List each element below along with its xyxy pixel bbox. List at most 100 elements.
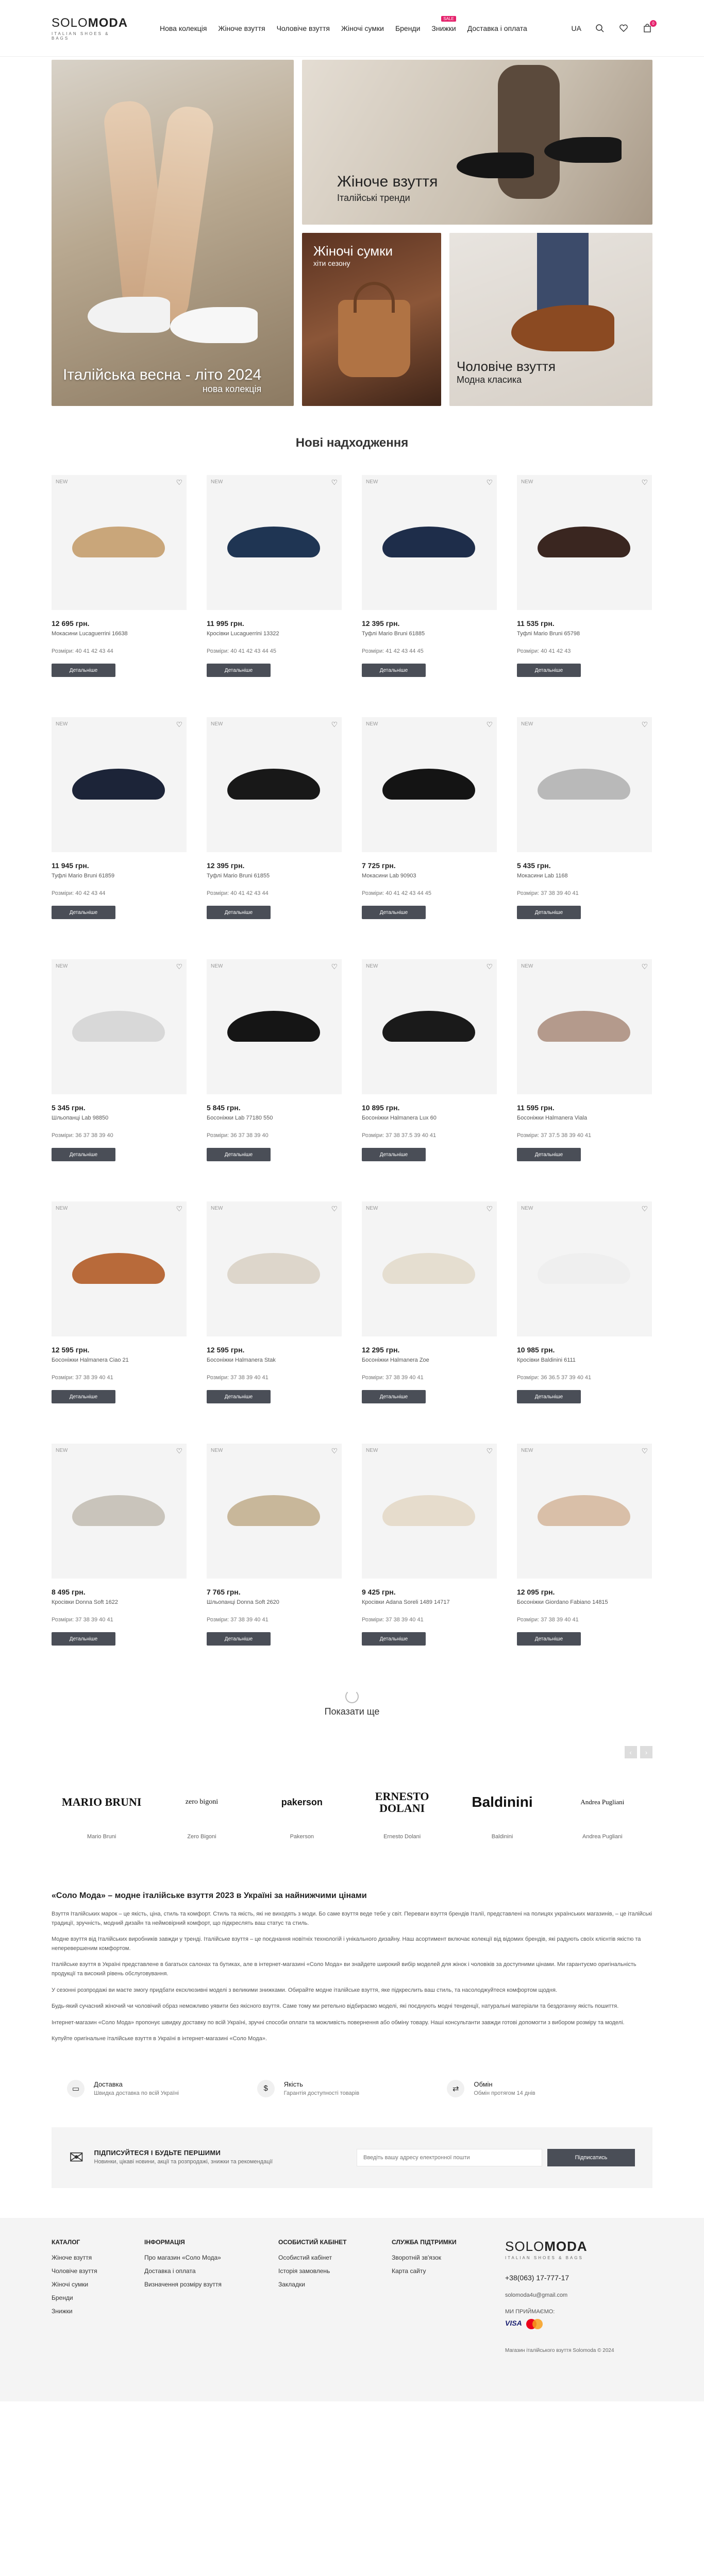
nav-brands[interactable]: Бренди	[395, 24, 420, 32]
details-button[interactable]: Детальніше	[362, 1390, 426, 1403]
details-button[interactable]: Детальніше	[52, 664, 115, 677]
product-name[interactable]: Кросівки Baldinini 6111	[517, 1357, 652, 1363]
product-card[interactable]: NEW ♡ 12 395 грн. Туфлі Mario Bruni 6188…	[362, 475, 497, 717]
footer-link[interactable]: Жіноче взуття	[52, 2254, 144, 2261]
product-image[interactable]: NEW ♡	[517, 1444, 652, 1579]
brands-next-button[interactable]: ›	[640, 1746, 652, 1758]
details-button[interactable]: Детальніше	[52, 1148, 115, 1161]
banner-men-shoes[interactable]: Чоловіче взуття Модна класика	[449, 233, 652, 406]
product-card[interactable]: NEW ♡ 7 765 грн. Шльопанці Donna Soft 26…	[207, 1444, 342, 1686]
product-image[interactable]: NEW ♡	[517, 1201, 652, 1336]
product-name[interactable]: Мокасини Lab 1168	[517, 873, 652, 879]
footer-link[interactable]: Визначення розміру взуття	[144, 2281, 278, 2288]
heart-icon[interactable]: ♡	[176, 962, 182, 971]
product-image[interactable]: NEW ♡	[207, 1444, 342, 1579]
heart-icon[interactable]: ♡	[641, 962, 648, 971]
details-button[interactable]: Детальніше	[517, 1632, 581, 1646]
product-image[interactable]: NEW ♡	[517, 959, 652, 1094]
product-card[interactable]: NEW ♡ 7 725 грн. Мокасини Lab 90903 Розм…	[362, 717, 497, 959]
heart-icon[interactable]: ♡	[331, 720, 338, 729]
footer-link[interactable]: Доставка і оплата	[144, 2267, 278, 2275]
details-button[interactable]: Детальніше	[362, 906, 426, 919]
product-image[interactable]: NEW ♡	[362, 1444, 497, 1579]
product-card[interactable]: NEW ♡ 12 595 грн. Босоніжки Halmanera St…	[207, 1201, 342, 1444]
footer-link[interactable]: Жіночі сумки	[52, 2281, 144, 2288]
details-button[interactable]: Детальніше	[517, 1390, 581, 1403]
product-image[interactable]: NEW ♡	[52, 1201, 187, 1336]
details-button[interactable]: Детальніше	[517, 1148, 581, 1161]
details-button[interactable]: Детальніше	[207, 1148, 271, 1161]
product-image[interactable]: NEW ♡	[207, 959, 342, 1094]
nav-new-collection[interactable]: Нова колекція	[160, 24, 207, 32]
product-image[interactable]: NEW ♡	[362, 717, 497, 852]
product-name[interactable]: Босоніжки Giordano Fabiano 14815	[517, 1599, 652, 1605]
footer-link[interactable]: Про магазин «Соло Мода»	[144, 2254, 278, 2261]
product-name[interactable]: Туфлі Mario Bruni 61859	[52, 873, 187, 879]
details-button[interactable]: Детальніше	[517, 906, 581, 919]
product-name[interactable]: Босоніжки Halmanera Lux 60	[362, 1115, 497, 1121]
search-icon[interactable]	[595, 23, 605, 33]
product-name[interactable]: Босоніжки Halmanera Zoe	[362, 1357, 497, 1363]
site-logo[interactable]: SOLOMODA ITALIAN SHOES & BAGS	[52, 16, 129, 41]
product-card[interactable]: NEW ♡ 5 435 грн. Мокасини Lab 1168 Розмі…	[517, 717, 652, 959]
product-image[interactable]: NEW ♡	[52, 1444, 187, 1579]
product-image[interactable]: NEW ♡	[362, 475, 497, 610]
product-name[interactable]: Кросівки Lucaguerrini 13322	[207, 631, 342, 637]
product-card[interactable]: NEW ♡ 12 295 грн. Босоніжки Halmanera Zo…	[362, 1201, 497, 1444]
product-card[interactable]: NEW ♡ 12 395 грн. Туфлі Mario Bruni 6185…	[207, 717, 342, 959]
product-image[interactable]: NEW ♡	[52, 717, 187, 852]
product-image[interactable]: NEW ♡	[207, 1201, 342, 1336]
product-card[interactable]: NEW ♡ 12 695 грн. Мокасини Lucaguerrini …	[52, 475, 187, 717]
heart-icon[interactable]: ♡	[486, 1205, 493, 1213]
brand-item[interactable]: Baldinini Baldinini	[452, 1779, 552, 1840]
heart-icon[interactable]: ♡	[176, 478, 182, 487]
footer-link[interactable]: Знижки	[52, 2308, 144, 2315]
product-name[interactable]: Туфлі Mario Bruni 61855	[207, 873, 342, 879]
product-image[interactable]: NEW ♡	[52, 475, 187, 610]
details-button[interactable]: Детальніше	[207, 1390, 271, 1403]
product-name[interactable]: Шльопанці Donna Soft 2620	[207, 1599, 342, 1605]
heart-icon[interactable]: ♡	[641, 1447, 648, 1455]
banner-women-shoes[interactable]: Жіноче взуття Італійські тренди	[302, 60, 652, 225]
footer-link[interactable]: Особистий кабінет	[278, 2254, 392, 2261]
footer-link[interactable]: Карта сайту	[392, 2267, 505, 2275]
product-name[interactable]: Босоніжки Halmanera Stak	[207, 1357, 342, 1363]
heart-icon[interactable]: ♡	[641, 478, 648, 487]
product-name[interactable]: Мокасини Lucaguerrini 16638	[52, 631, 187, 637]
product-name[interactable]: Туфлі Mario Bruni 61885	[362, 631, 497, 637]
product-card[interactable]: NEW ♡ 12 595 грн. Босоніжки Halmanera Ci…	[52, 1201, 187, 1444]
footer-logo[interactable]: SOLOMODA	[505, 2239, 652, 2255]
subscribe-button[interactable]: Підписатись	[547, 2148, 635, 2166]
details-button[interactable]: Детальніше	[517, 664, 581, 677]
footer-link[interactable]: Бренди	[52, 2294, 144, 2301]
heart-icon[interactable]: ♡	[331, 962, 338, 971]
cart-icon[interactable]: 0	[642, 20, 657, 33]
product-card[interactable]: NEW ♡ 8 495 грн. Кросівки Donna Soft 162…	[52, 1444, 187, 1686]
banner-spring-summer[interactable]: Італійська весна - літо 2024 нова колекц…	[52, 60, 294, 406]
product-card[interactable]: NEW ♡ 11 595 грн. Босоніжки Halmanera Vi…	[517, 959, 652, 1201]
product-name[interactable]: Босоніжки Halmanera Ciao 21	[52, 1357, 187, 1363]
product-card[interactable]: NEW ♡ 10 985 грн. Кросівки Baldinini 611…	[517, 1201, 652, 1444]
brands-prev-button[interactable]: ‹	[624, 1746, 637, 1758]
details-button[interactable]: Детальніше	[52, 1390, 115, 1403]
newsletter-email-input[interactable]	[357, 2148, 542, 2166]
product-name[interactable]: Шльопанці Lab 98850	[52, 1115, 187, 1121]
language-switch[interactable]: UA	[572, 24, 581, 32]
heart-icon[interactable]: ♡	[641, 720, 648, 729]
details-button[interactable]: Детальніше	[362, 664, 426, 677]
product-card[interactable]: NEW ♡ 5 845 грн. Босоніжки Lab 77180 550…	[207, 959, 342, 1201]
heart-icon[interactable]: ♡	[486, 720, 493, 729]
nav-men-shoes[interactable]: Чоловіче взуття	[277, 24, 330, 32]
heart-icon[interactable]: ♡	[331, 1447, 338, 1455]
brand-item[interactable]: Andrea Pugliani Andrea Pugliani	[552, 1779, 652, 1840]
details-button[interactable]: Детальніше	[207, 1632, 271, 1646]
product-name[interactable]: Мокасини Lab 90903	[362, 873, 497, 879]
details-button[interactable]: Детальніше	[207, 906, 271, 919]
nav-sale[interactable]: Знижки SALE	[431, 16, 456, 32]
product-image[interactable]: NEW ♡	[207, 475, 342, 610]
product-image[interactable]: NEW ♡	[207, 717, 342, 852]
heart-icon[interactable]: ♡	[486, 962, 493, 971]
brand-item[interactable]: zero bigoni Zero Bigoni	[152, 1779, 252, 1840]
product-image[interactable]: NEW ♡	[517, 717, 652, 852]
product-image[interactable]: NEW ♡	[517, 475, 652, 610]
